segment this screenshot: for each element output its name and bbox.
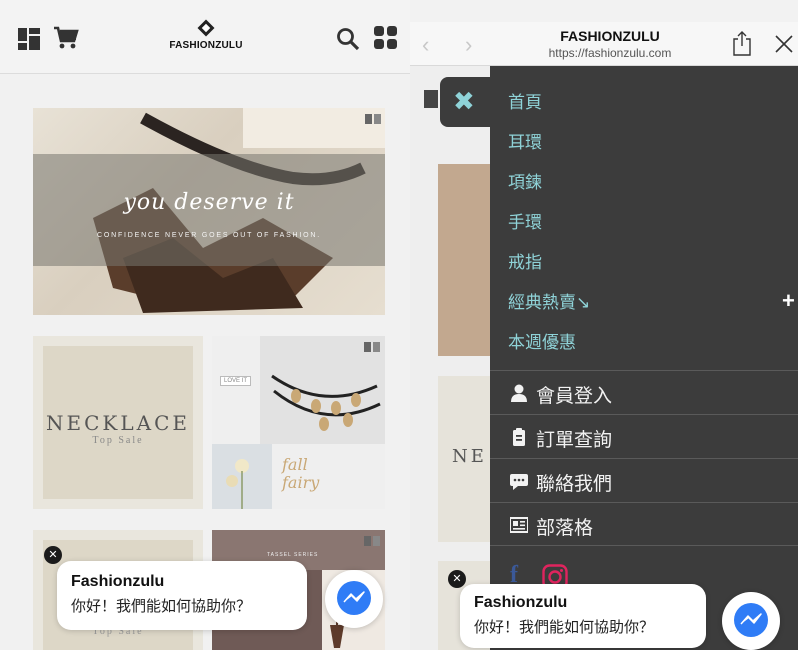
chat-message: 你好！我們能如何協助你？ bbox=[474, 618, 655, 636]
menu-row-label: 會員登入 bbox=[536, 385, 613, 407]
close-icon: ✖ bbox=[453, 86, 475, 116]
left-screen: FASHIONZULU you deserve it CONFIDENCE NE… bbox=[0, 0, 410, 650]
menu-row-orders[interactable]: 訂單查詢 bbox=[490, 414, 798, 458]
menu-row-contact[interactable]: 聯絡我們 bbox=[490, 458, 798, 502]
slideshow-icon bbox=[365, 114, 381, 124]
chat-sender-name: Fashionzulu bbox=[71, 573, 165, 590]
user-icon bbox=[511, 384, 527, 402]
menu-item-bestsellers[interactable]: 經典熱賣↘ bbox=[508, 288, 590, 313]
menu-item-home[interactable]: 首頁 bbox=[508, 88, 542, 113]
slideshow-icon bbox=[364, 536, 380, 546]
expand-bestsellers-button[interactable]: + bbox=[782, 288, 795, 314]
cart-icon[interactable] bbox=[53, 26, 79, 50]
menu-row-label: 部落格 bbox=[536, 517, 594, 539]
menu-row-label: 訂單查詢 bbox=[536, 429, 613, 451]
grid-menu-icon bbox=[424, 90, 438, 108]
back-button[interactable]: ‹ bbox=[422, 32, 429, 58]
close-menu-button[interactable]: ✖ bbox=[440, 77, 490, 127]
chat-close-button[interactable]: ✕ bbox=[44, 546, 62, 564]
search-icon[interactable] bbox=[336, 27, 360, 51]
necklace-title-peek: NE bbox=[452, 446, 487, 467]
apps-icon[interactable] bbox=[374, 26, 398, 50]
close-browser-icon[interactable] bbox=[774, 34, 794, 54]
necklace-card-subtitle: Top Sale bbox=[92, 435, 144, 446]
diamond-logo-icon bbox=[197, 19, 215, 37]
collage-script-line2: fairy bbox=[282, 473, 320, 492]
brand-name: FASHIONZULU bbox=[169, 40, 243, 51]
menu-row-blog[interactable]: 部落格 bbox=[490, 502, 798, 546]
messenger-icon bbox=[337, 581, 371, 615]
forward-button[interactable]: › bbox=[465, 32, 472, 58]
banner-tagline: CONFIDENCE NEVER GOES OUT OF FASHION. bbox=[97, 232, 321, 239]
messenger-button[interactable] bbox=[325, 570, 383, 628]
menu-row-login[interactable]: 會員登入 bbox=[490, 370, 798, 414]
chat-sender-name: Fashionzulu bbox=[474, 594, 568, 611]
page-title: FASHIONZULU bbox=[560, 28, 660, 44]
browser-toolbar: ‹ › FASHIONZULU https://fashionzulu.com bbox=[410, 22, 798, 66]
grid-menu-icon[interactable] bbox=[18, 28, 40, 50]
share-icon[interactable] bbox=[732, 30, 752, 56]
news-icon bbox=[510, 517, 528, 533]
menu-item-earrings[interactable]: 耳環 bbox=[508, 128, 542, 153]
chat-close-button[interactable]: ✕ bbox=[448, 570, 466, 588]
necklace-card[interactable]: NECKLACE Top Sale bbox=[33, 336, 203, 509]
menu-item-rings[interactable]: 戒指 bbox=[508, 248, 542, 273]
hero-banner[interactable]: you deserve it CONFIDENCE NEVER GOES OUT… bbox=[33, 108, 385, 315]
menu-item-necklaces[interactable]: 項鍊 bbox=[508, 168, 542, 193]
slideshow-icon bbox=[364, 342, 380, 352]
chat-greeting-bubble[interactable]: Fashionzulu 你好！我們能如何協助你？ bbox=[460, 584, 706, 648]
page-url[interactable]: https://fashionzulu.com bbox=[520, 46, 700, 60]
collage-script: fall fairy bbox=[282, 456, 319, 492]
brand-logo[interactable]: FASHIONZULU bbox=[162, 18, 250, 60]
love-it-tag: LOVE IT bbox=[220, 376, 252, 386]
banner-peek bbox=[438, 164, 498, 356]
right-screen: ‹ › FASHIONZULU https://fashionzulu.com … bbox=[410, 0, 798, 650]
chat-greeting-bubble[interactable]: Fashionzulu 你好！我們能如何協助你？ bbox=[57, 561, 307, 630]
necklace-card-title: NECKLACE bbox=[46, 411, 190, 435]
menu-row-label: 聯絡我們 bbox=[536, 473, 613, 495]
menu-item-weekly-deals[interactable]: 本週優惠 bbox=[508, 328, 576, 353]
messenger-icon bbox=[734, 603, 768, 637]
menu-item-bracelets[interactable]: 手環 bbox=[508, 208, 542, 233]
banner-script: you deserve it bbox=[123, 190, 295, 215]
chat-icon bbox=[510, 474, 528, 490]
collage-script-line1: fall bbox=[282, 455, 308, 474]
clipboard-icon bbox=[513, 428, 525, 446]
messenger-button[interactable] bbox=[722, 592, 780, 650]
side-menu: 首頁 耳環 項鍊 手環 戒指 經典熱賣↘ + 本週優惠 會員登入 訂單查詢 聯絡… bbox=[490, 66, 798, 650]
site-header: FASHIONZULU bbox=[0, 0, 410, 74]
collage-card[interactable]: LOVE IT fall fairy bbox=[212, 336, 385, 509]
chat-message: 你好！我們能如何協助你？ bbox=[71, 597, 252, 615]
